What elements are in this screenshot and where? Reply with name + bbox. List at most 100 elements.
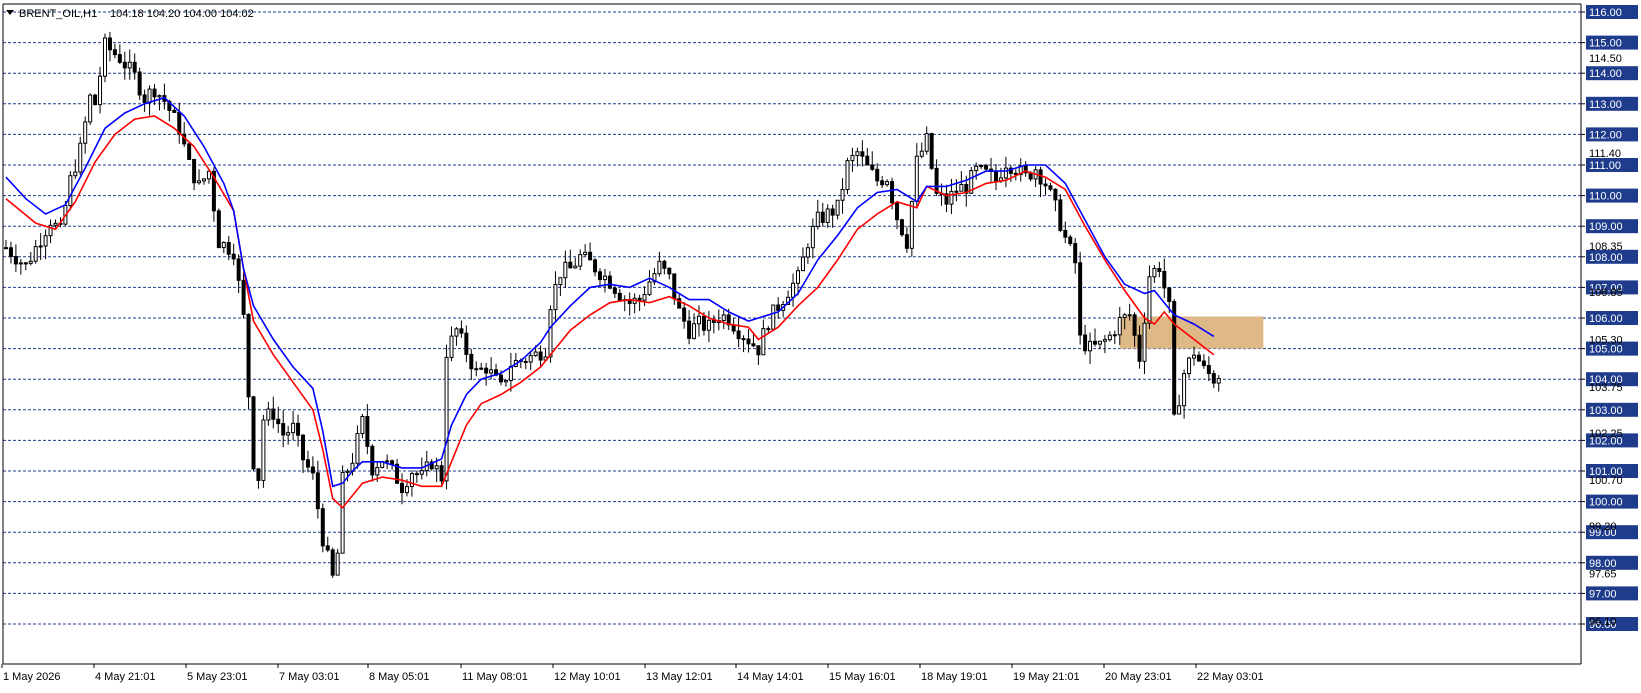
- price-axis[interactable]: 96.0097.0098.0099.00100.00101.00102.0010…: [1581, 5, 1638, 631]
- candle-body: [73, 171, 78, 177]
- candle-body: [607, 275, 612, 289]
- candle-body: [533, 351, 538, 357]
- candle-body: [825, 208, 830, 223]
- candle-body: [741, 338, 746, 341]
- candle-body: [667, 267, 672, 275]
- candle-body: [132, 61, 137, 73]
- candle-body: [330, 549, 335, 576]
- time-axis-label: 20 May 23:01: [1105, 671, 1172, 683]
- candle-body: [598, 271, 602, 281]
- candle-body: [221, 241, 226, 249]
- candle-body: [875, 168, 880, 182]
- candle-body: [147, 88, 152, 103]
- candle-body: [909, 201, 914, 249]
- time-axis-label: 18 May 19:01: [921, 671, 988, 683]
- time-axis-label: 5 May 23:01: [187, 671, 248, 683]
- candle-body: [172, 109, 177, 113]
- candle-body: [370, 445, 375, 476]
- candle-body: [924, 133, 929, 152]
- candle-body: [662, 260, 667, 269]
- candle-body: [840, 189, 845, 201]
- time-axis-label: 4 May 21:01: [95, 671, 156, 683]
- candle-body: [1093, 340, 1097, 345]
- candle-body: [672, 273, 677, 300]
- candle-body: [469, 353, 474, 370]
- candle-body: [954, 190, 959, 193]
- candle-body: [404, 486, 409, 494]
- candle-body: [98, 75, 103, 106]
- candle-body: [281, 423, 286, 436]
- candle-body: [959, 183, 964, 192]
- candle-body: [553, 284, 558, 311]
- candle-body: [236, 258, 241, 281]
- candle-body: [1211, 373, 1216, 384]
- candle-body: [83, 121, 88, 144]
- candle-body: [246, 313, 251, 398]
- time-axis-label: 19 May 21:01: [1013, 671, 1080, 683]
- candle-body: [256, 468, 261, 481]
- price-axis-label: 100.70: [1589, 475, 1623, 487]
- candle-body: [216, 210, 221, 249]
- candle-body: [340, 471, 345, 554]
- candle-body: [568, 261, 573, 269]
- candle-body: [800, 256, 805, 272]
- candle-body: [385, 460, 390, 463]
- candle-body: [1043, 183, 1048, 187]
- candle-body: [929, 133, 934, 169]
- price-level-label: 110.00: [1589, 191, 1622, 203]
- candle-body: [796, 270, 800, 284]
- candle-body: [251, 396, 256, 470]
- candle-body: [261, 419, 266, 481]
- candle-body: [563, 261, 568, 279]
- candle-body: [434, 465, 439, 470]
- candle-body: [296, 422, 301, 436]
- candle-body: [474, 368, 479, 371]
- price-axis-label: 106.85: [1589, 287, 1623, 299]
- candle-body: [1112, 334, 1117, 337]
- candle-body: [1216, 378, 1221, 384]
- candle-body: [53, 222, 58, 226]
- candle-body: [1187, 357, 1192, 375]
- candle-body: [122, 61, 127, 69]
- candle-body: [1152, 268, 1157, 278]
- candle-body: [459, 328, 464, 334]
- candle-body: [558, 277, 563, 286]
- candle-body: [895, 202, 899, 221]
- candle-body: [78, 142, 83, 173]
- candle-body: [444, 356, 449, 482]
- candle-body: [1162, 270, 1167, 289]
- candle-body: [746, 338, 751, 345]
- candle-body: [231, 253, 236, 260]
- candle-body: [28, 260, 33, 264]
- price-level-label: 106.00: [1589, 313, 1623, 325]
- candle-body: [523, 360, 528, 363]
- candle-body: [979, 165, 984, 168]
- price-level-label: 97.00: [1589, 588, 1617, 600]
- candle-body: [1142, 322, 1147, 362]
- candle-body: [588, 251, 593, 261]
- symbol-label: BRENT_OIL,H1: [19, 8, 97, 20]
- candle-body: [687, 320, 692, 339]
- candle-body: [489, 369, 494, 374]
- chart-area[interactable]: 96.00 97.00 98.00 99.00 100.00 101.00 102.00 10…: [0, 0, 1641, 693]
- candle-body: [1201, 360, 1206, 367]
- candle-body: [1097, 340, 1102, 345]
- candle-body: [315, 472, 320, 510]
- candle-body: [850, 154, 855, 162]
- candle-body: [484, 367, 489, 374]
- candle-body: [88, 94, 93, 123]
- candle-body: [1127, 314, 1132, 317]
- candle-body: [548, 309, 553, 358]
- candle-body: [286, 432, 291, 436]
- candle-body: [865, 155, 870, 166]
- candle-body: [103, 37, 107, 77]
- candle-body: [4, 247, 8, 250]
- price-level-label: 115.00: [1589, 38, 1622, 50]
- candle-body: [583, 251, 588, 256]
- candle-body: [766, 328, 771, 331]
- candle-body: [291, 422, 296, 434]
- candle-body: [885, 181, 890, 186]
- candle-body: [682, 307, 687, 322]
- ohlc-readout: 104.18 104.20 104.00 104.02: [110, 8, 254, 20]
- candle-body: [93, 94, 98, 106]
